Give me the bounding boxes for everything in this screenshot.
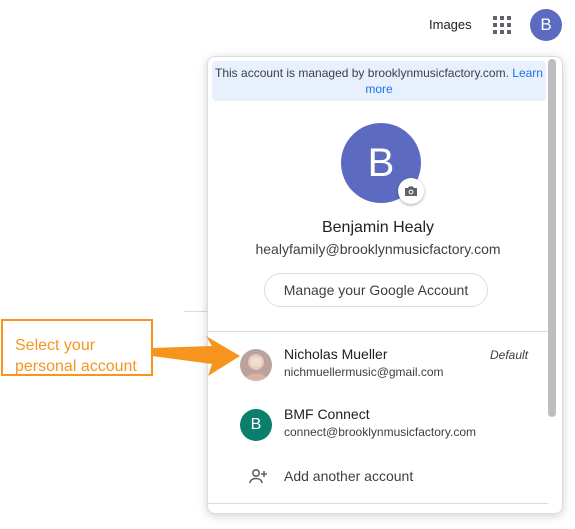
account-photo-avatar [240,349,272,381]
account-email: connect@brooklynmusicfactory.com [284,425,477,439]
profile-name: Benjamin Healy [321,219,435,236]
scrollbar[interactable] [548,59,556,417]
account-email: nichmuellermusic@gmail.com [284,365,444,379]
annotation-callout: Select your personal account [1,319,153,376]
account-avatar-button[interactable]: B [530,9,562,41]
profile-email: healyfamily@brooklynmusicfactory.com [255,241,501,257]
divider [208,503,548,504]
account-name: Nicholas Mueller [284,346,388,362]
callout-line-2: personal account [15,358,137,375]
add-account-label: Add another account [284,468,414,484]
account-switcher-panel: This account is managed by brooklynmusic… [207,56,563,514]
manage-account-button[interactable]: Manage your Google Account [264,273,488,307]
annotation-arrow-icon [152,336,240,376]
managed-account-notice: This account is managed by brooklynmusic… [212,61,546,101]
add-account-button[interactable]: Add another account [208,457,548,497]
change-photo-button[interactable] [398,178,424,204]
camera-icon [405,186,417,196]
default-badge: Default [490,348,529,362]
account-name: BMF Connect [284,406,370,422]
images-link[interactable]: Images [429,17,472,32]
account-item-nicholas[interactable]: Nicholas Mueller nichmuellermusic@gmail.… [208,343,548,395]
callout-line-1: Select your [15,337,96,354]
background-divider [184,311,208,312]
account-letter-avatar: B [240,409,272,441]
apps-grid-icon[interactable] [493,16,511,34]
person-add-icon [249,468,267,484]
account-item-bmf-connect[interactable]: B BMF Connect connect@brooklynmusicfacto… [208,403,548,455]
divider [208,331,548,332]
managed-text: This account is managed by brooklynmusic… [215,66,509,80]
profile-photo-icon [240,349,272,381]
